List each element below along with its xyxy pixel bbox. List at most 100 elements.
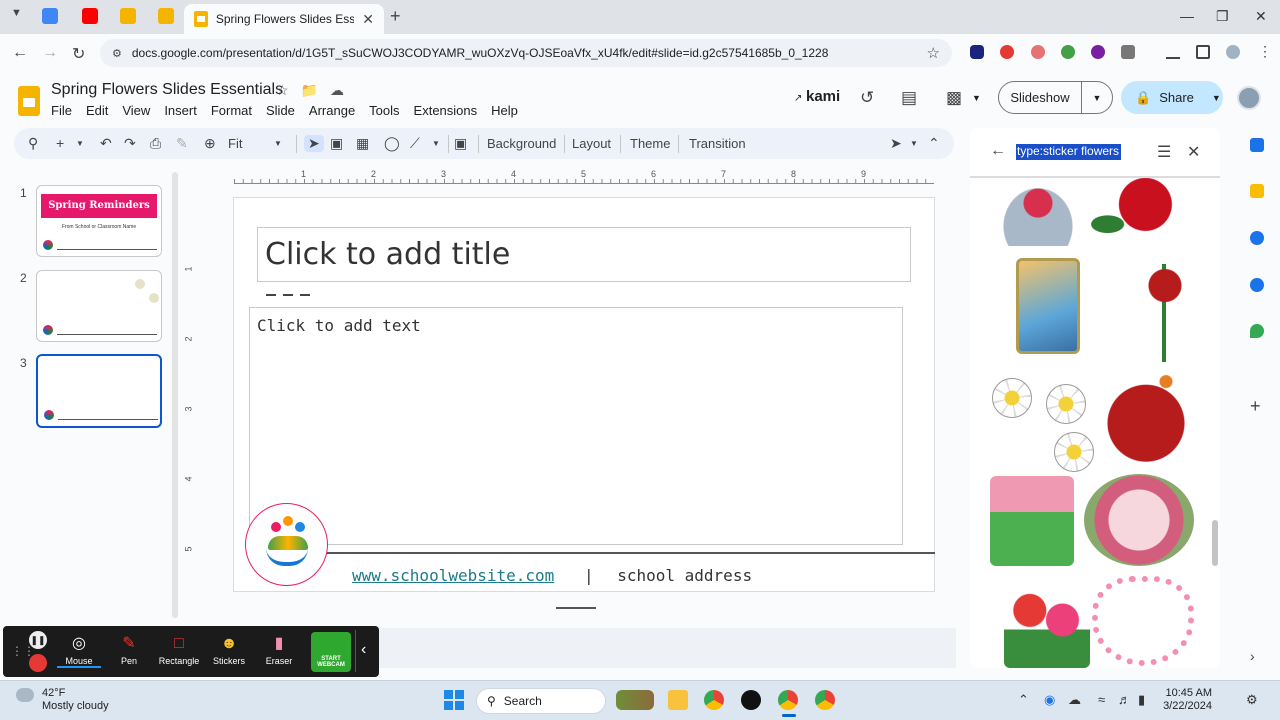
textbox-icon[interactable]: ▣ — [330, 135, 343, 152]
reload-icon[interactable]: ↻ — [72, 44, 85, 64]
background-button[interactable]: Background — [487, 136, 556, 151]
download-icon[interactable] — [1166, 45, 1180, 59]
filmstrip-scrollbar[interactable] — [172, 172, 178, 618]
sticker-result-flower-heart[interactable] — [1092, 576, 1194, 666]
school-logo[interactable] — [245, 503, 328, 586]
mouse-tool[interactable]: ◎ Mouse — [57, 632, 101, 668]
slides-logo[interactable] — [18, 86, 40, 116]
slideshow-label[interactable]: Slideshow — [999, 82, 1082, 113]
close-panel-icon[interactable]: ✕ — [1187, 142, 1200, 162]
menu-slide[interactable]: Slide — [266, 103, 295, 118]
contacts-icon[interactable] — [1250, 278, 1264, 292]
youtube-tab-icon[interactable] — [82, 8, 98, 24]
share-dropdown-icon[interactable]: ▼ — [1212, 93, 1221, 103]
chrome-icon-2[interactable] — [815, 690, 835, 710]
chevron-left-icon[interactable]: ‹ — [361, 641, 366, 659]
stickers-tool[interactable]: ☻ Stickers — [207, 632, 251, 666]
document-title[interactable]: Spring Flowers Slides Essentials — [51, 81, 283, 99]
calendar-icon[interactable] — [1250, 138, 1264, 152]
weather-widget[interactable]: 42°F Mostly cloudy — [42, 687, 109, 713]
kami-button[interactable]: kami — [806, 88, 840, 105]
menu-view[interactable]: View — [122, 103, 150, 118]
tab-list-chevron-icon[interactable]: ▼ — [11, 7, 22, 19]
volume-icon[interactable]: ♬ — [1118, 692, 1131, 707]
paint-format-icon[interactable]: ✎ — [176, 135, 188, 152]
rectangle-tool[interactable]: □ Rectangle — [157, 632, 201, 666]
select-pointer-icon[interactable]: ➤ — [304, 135, 324, 152]
menu-edit[interactable]: Edit — [86, 103, 108, 118]
menu-extensions[interactable]: Extensions — [414, 103, 478, 118]
sticker-daisy-icon[interactable] — [992, 378, 1032, 418]
account-avatar[interactable] — [1237, 86, 1261, 110]
search-menus-icon[interactable]: ⚲ — [28, 135, 38, 152]
windows-start-icon[interactable] — [444, 690, 464, 710]
omnibox[interactable]: ⚙ docs.google.com/presentation/d/1G5T_sS… — [100, 39, 952, 67]
slideshow-dropdown-icon[interactable]: ▼ — [1082, 93, 1112, 103]
layout-button[interactable]: Layout — [572, 136, 611, 151]
onedrive-icon[interactable]: ☁ — [1068, 692, 1081, 708]
filter-icon[interactable]: ☰ — [1157, 142, 1171, 162]
body-placeholder[interactable]: Click to add text — [249, 307, 903, 545]
line-icon[interactable]: ⟋ — [410, 135, 420, 152]
footer-website-link[interactable]: www.schoolwebsite.com — [352, 566, 554, 585]
collapse-toolbar-icon[interactable]: ⌃ — [928, 135, 940, 152]
undo-icon[interactable]: ↶ — [100, 135, 112, 152]
speaker-notes-handle[interactable] — [556, 607, 596, 609]
slides-tab-icon[interactable] — [120, 8, 136, 24]
editing-mode-icon[interactable]: ➤ — [890, 135, 902, 152]
extension-chrome-icon[interactable] — [1061, 45, 1075, 59]
maps-icon[interactable] — [1250, 324, 1264, 338]
slideshow-button[interactable]: Slideshow ▼ — [998, 81, 1113, 114]
sticker-result-red-rose-bunch[interactable] — [1086, 178, 1194, 244]
microphone-icon[interactable]: ◉ — [1044, 692, 1055, 708]
tasks-icon[interactable] — [1250, 231, 1264, 245]
menu-file[interactable]: File — [51, 103, 72, 118]
panel-scrollbar[interactable] — [1212, 520, 1218, 566]
sticker-result-bird-circle[interactable] — [1084, 474, 1194, 566]
extension-screencast-icon[interactable] — [1000, 45, 1014, 59]
sticker-daisy-icon[interactable] — [1054, 432, 1094, 472]
start-webcam-button[interactable]: START WEBCAM — [311, 632, 351, 672]
weather-cloud-icon[interactable] — [16, 688, 34, 702]
sticker-daisy-icon[interactable] — [1046, 384, 1086, 424]
share-button[interactable]: 🔒 Share ▼ — [1121, 81, 1223, 114]
restore-icon[interactable]: ❐ — [1216, 8, 1229, 25]
url-text[interactable]: docs.google.com/presentation/d/1G5T_sSuC… — [132, 46, 917, 60]
extension-dots-icon[interactable] — [1031, 45, 1045, 59]
slide-thumbnail-3[interactable] — [36, 354, 162, 428]
taskbar-tree-icon[interactable] — [616, 690, 654, 710]
panel-expand-chevron-icon[interactable]: › — [1250, 648, 1255, 664]
eraser-tool[interactable]: ▮ Eraser — [257, 632, 301, 666]
new-tab-icon[interactable]: + — [390, 6, 401, 27]
slide-thumbnail-2[interactable] — [36, 270, 162, 342]
sticker-result-fairy-card[interactable] — [1016, 258, 1080, 354]
kami-open-icon[interactable]: ↗ — [794, 93, 802, 104]
add-addon-icon[interactable]: + — [1250, 396, 1261, 417]
extension-k-icon[interactable] — [1091, 45, 1105, 59]
tray-chevron-icon[interactable]: ⌃ — [1018, 692, 1029, 708]
theme-button[interactable]: Theme — [630, 136, 670, 151]
collapse-recorder-icon[interactable] — [355, 630, 356, 672]
stop-icon[interactable] — [29, 654, 47, 672]
wifi-icon[interactable]: ≈ — [1098, 692, 1105, 707]
sticker-result-red-tulips[interactable] — [1004, 572, 1090, 668]
back-arrow-icon[interactable]: ← — [990, 142, 1006, 160]
minimize-icon[interactable]: — — [1180, 8, 1194, 24]
menu-tools[interactable]: Tools — [369, 103, 399, 118]
pause-icon[interactable]: ❚❚ — [29, 631, 47, 649]
menu-arrange[interactable]: Arrange — [309, 103, 355, 118]
add-comment-icon[interactable]: ▣ — [454, 135, 467, 152]
chrome-menu-icon[interactable]: ⋮ — [1258, 43, 1272, 60]
star-icon[interactable]: ☆ — [276, 82, 289, 99]
close-window-icon[interactable]: ✕ — [1255, 8, 1267, 25]
site-info-icon[interactable]: ⚙ — [112, 47, 122, 60]
vertical-ruler[interactable] — [183, 196, 193, 592]
sticker-result-pink-flower-pot[interactable] — [990, 476, 1074, 566]
zoom-icon[interactable]: ⊕ — [204, 135, 216, 152]
extensions-puzzle-icon[interactable] — [1121, 45, 1135, 59]
meet-dropdown-icon[interactable]: ▼ — [972, 93, 981, 103]
menu-format[interactable]: Format — [211, 103, 252, 118]
move-folder-icon[interactable]: 📁 — [301, 82, 318, 99]
sticker-result-single-rose[interactable] — [1138, 264, 1192, 362]
side-panel-icon[interactable] — [1196, 45, 1210, 59]
